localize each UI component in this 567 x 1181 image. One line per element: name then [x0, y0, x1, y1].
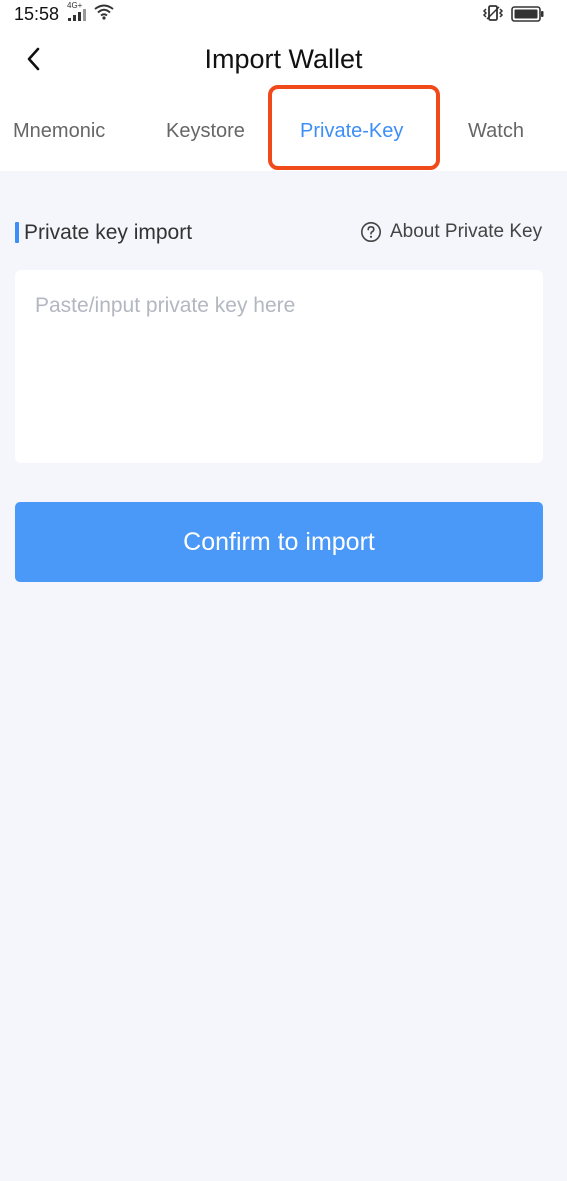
- about-private-key-label: About Private Key: [390, 221, 543, 242]
- wifi-icon: [94, 4, 114, 20]
- tab-watch[interactable]: Watch: [468, 120, 524, 143]
- private-key-input[interactable]: [15, 270, 543, 463]
- signal-icon: [68, 9, 86, 21]
- confirm-import-button[interactable]: Confirm to import: [15, 502, 543, 582]
- tab-keystore[interactable]: Keystore: [166, 120, 245, 143]
- vibrate-icon: [482, 5, 504, 21]
- section-title: Private key import: [24, 221, 193, 244]
- section-accent-bar: [15, 222, 19, 243]
- status-time: 15:58: [14, 4, 60, 24]
- highlight-annotation: [268, 85, 440, 170]
- question-circle-icon: [361, 222, 381, 242]
- page-title: Import Wallet: [204, 44, 363, 74]
- battery-icon: [511, 6, 544, 22]
- status-bar: 15:58 4G+: [0, 0, 567, 30]
- about-private-key-link[interactable]: About Private Key: [360, 221, 542, 243]
- tab-mnemonic[interactable]: Mnemonic: [13, 120, 105, 143]
